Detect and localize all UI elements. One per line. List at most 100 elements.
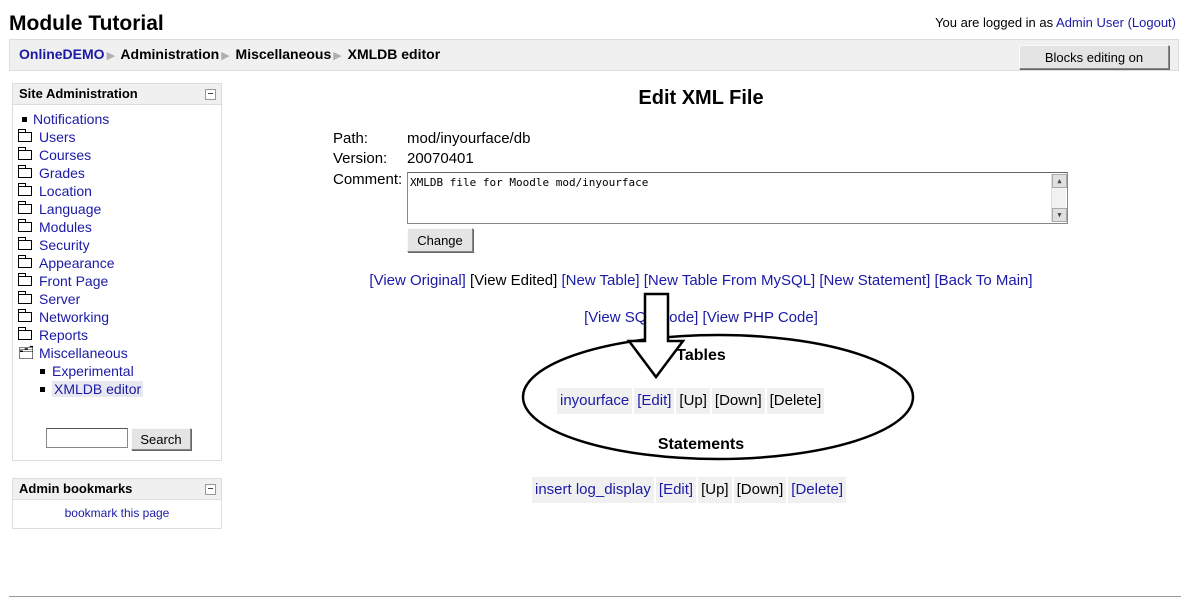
bullet-icon	[22, 116, 27, 122]
admin-item-label[interactable]: Modules	[39, 219, 92, 235]
user-name-link[interactable]: Admin User	[1056, 15, 1124, 30]
table-edit-link[interactable]: [Edit]	[637, 392, 671, 409]
folder-icon	[18, 255, 32, 268]
statement-edit-link[interactable]: [Edit]	[659, 481, 693, 498]
statement-name-link[interactable]: insert log_display	[535, 481, 651, 498]
admin-item-label[interactable]: Reports	[39, 327, 88, 343]
admin-item-users[interactable]: Users	[18, 128, 221, 146]
admin-item-notifications[interactable]: Notifications	[18, 110, 221, 128]
search-button[interactable]: Search	[131, 428, 191, 450]
site-title: Module Tutorial	[9, 12, 164, 35]
tables-heading: Tables	[676, 347, 726, 364]
admin-item-appearance[interactable]: Appearance	[18, 254, 221, 272]
admin-item-label[interactable]: Server	[39, 291, 80, 307]
breadcrumb-home[interactable]: OnlineDEMO	[19, 46, 105, 62]
admin-item-label[interactable]: XMLDB editor	[52, 381, 144, 397]
folder-icon	[18, 237, 32, 250]
footer-divider	[9, 596, 1181, 597]
view-edited-label: [View Edited]	[470, 272, 558, 289]
version-value: 20070401	[407, 150, 474, 167]
logout-link[interactable]: (Logout)	[1128, 15, 1176, 30]
folder-icon	[18, 219, 32, 232]
folder-icon	[18, 273, 32, 286]
table-up-label: [Up]	[676, 388, 710, 414]
folder-icon	[18, 165, 32, 178]
admin-item-label[interactable]: Networking	[39, 309, 109, 325]
breadcrumb: OnlineDEMO ▶ Administration ▶ Miscellaneou…	[19, 46, 440, 62]
admin-item-networking[interactable]: Networking	[18, 308, 221, 326]
folder-icon	[18, 201, 32, 214]
comment-textarea[interactable]: XMLDB file for Moodle mod/inyourface ▲ ▼	[407, 172, 1068, 224]
view-php-code-link[interactable]: [View PHP Code]	[703, 309, 818, 326]
admin-item-courses[interactable]: Courses	[18, 146, 221, 164]
breadcrumb-miscellaneous[interactable]: Miscellaneous	[236, 46, 332, 62]
comment-label: Comment:	[333, 171, 403, 188]
login-prefix: You are logged in as	[935, 15, 1057, 30]
admin-item-label[interactable]: Location	[39, 183, 92, 199]
admin-item-label[interactable]: Miscellaneous	[39, 345, 128, 361]
admin-item-label[interactable]: Courses	[39, 147, 91, 163]
path-value: mod/inyourface/db	[407, 130, 531, 147]
breadcrumb-separator-icon: ▶	[333, 50, 342, 62]
back-to-main-link[interactable]: [Back To Main]	[934, 272, 1032, 289]
statement-delete-link[interactable]: [Delete]	[791, 481, 843, 498]
collapse-icon[interactable]: –	[205, 484, 216, 495]
view-sql-code-link[interactable]: [View SQL Code]	[584, 309, 698, 326]
navbar: OnlineDEMO ▶ Administration ▶ Miscellaneou…	[9, 39, 1179, 71]
admin-item-label[interactable]: Security	[39, 237, 90, 253]
view-original-link[interactable]: [View Original]	[369, 272, 465, 289]
bookmark-this-page-link[interactable]: bookmark this page	[13, 506, 221, 520]
table-name-link[interactable]: inyourface	[560, 392, 629, 409]
admin-item-label[interactable]: Language	[39, 201, 101, 217]
block-title: Site Administration	[19, 86, 138, 101]
table-delete-label: [Delete]	[766, 388, 825, 414]
login-info: You are logged in as Admin User (Logout)	[935, 15, 1176, 30]
folder-open-icon: 🗂	[18, 345, 35, 360]
admin-item-front-page[interactable]: Front Page	[18, 272, 221, 290]
admin-item-security[interactable]: Security	[18, 236, 221, 254]
version-label: Version:	[333, 150, 388, 167]
admin-item-language[interactable]: Language	[18, 200, 221, 218]
new-table-from-mysql-link[interactable]: [New Table From MySQL]	[644, 272, 815, 289]
folder-icon	[18, 327, 32, 340]
bullet-icon	[40, 368, 45, 374]
admin-item-reports[interactable]: Reports	[18, 326, 221, 344]
admin-item-label[interactable]: Notifications	[33, 111, 109, 127]
folder-icon	[18, 291, 32, 304]
breadcrumb-administration[interactable]: Administration	[120, 46, 219, 62]
admin-item-location[interactable]: Location	[18, 182, 221, 200]
folder-icon	[18, 309, 32, 322]
change-button[interactable]: Change	[407, 228, 473, 252]
comment-scrollbar[interactable]: ▲ ▼	[1051, 174, 1067, 222]
scroll-down-icon[interactable]: ▼	[1052, 208, 1067, 222]
search-input[interactable]	[46, 428, 128, 448]
admin-item-grades[interactable]: Grades	[18, 164, 221, 182]
admin-item-label[interactable]: Appearance	[39, 255, 115, 271]
action-links-row-1: [View Original] [View Edited] [New Table…	[230, 272, 1172, 289]
block-header: Site Administration –	[13, 84, 221, 105]
admin-item-xmldb-editor[interactable]: XMLDB editor	[18, 380, 221, 398]
admin-item-server[interactable]: Server	[18, 290, 221, 308]
block-title: Admin bookmarks	[19, 481, 133, 496]
new-statement-link[interactable]: [New Statement]	[819, 272, 930, 289]
breadcrumb-current: XMLDB editor	[347, 46, 441, 62]
admin-item-label[interactable]: Users	[39, 129, 76, 145]
statement-row: insert log_display [Edit] [Up] [Down] [D…	[532, 477, 848, 503]
block-header: Admin bookmarks –	[13, 479, 221, 500]
folder-icon	[18, 183, 32, 196]
blocks-editing-button[interactable]: Blocks editing on	[1019, 45, 1169, 69]
site-administration-block: Site Administration – Notifications User…	[12, 83, 222, 461]
folder-icon	[18, 147, 32, 160]
action-links-row-2: [View SQL Code] [View PHP Code]	[230, 309, 1172, 326]
admin-item-modules[interactable]: Modules	[18, 218, 221, 236]
admin-item-miscellaneous[interactable]: 🗂 Miscellaneous	[18, 344, 221, 362]
statement-up-label: [Up]	[698, 477, 732, 503]
admin-item-label[interactable]: Front Page	[39, 273, 108, 289]
scroll-up-icon[interactable]: ▲	[1052, 174, 1067, 188]
admin-item-experimental[interactable]: Experimental	[18, 362, 221, 380]
page-title: Edit XML File	[638, 87, 764, 109]
admin-item-label[interactable]: Grades	[39, 165, 85, 181]
collapse-icon[interactable]: –	[205, 89, 216, 100]
new-table-link[interactable]: [New Table]	[561, 272, 639, 289]
admin-item-label[interactable]: Experimental	[52, 363, 134, 379]
